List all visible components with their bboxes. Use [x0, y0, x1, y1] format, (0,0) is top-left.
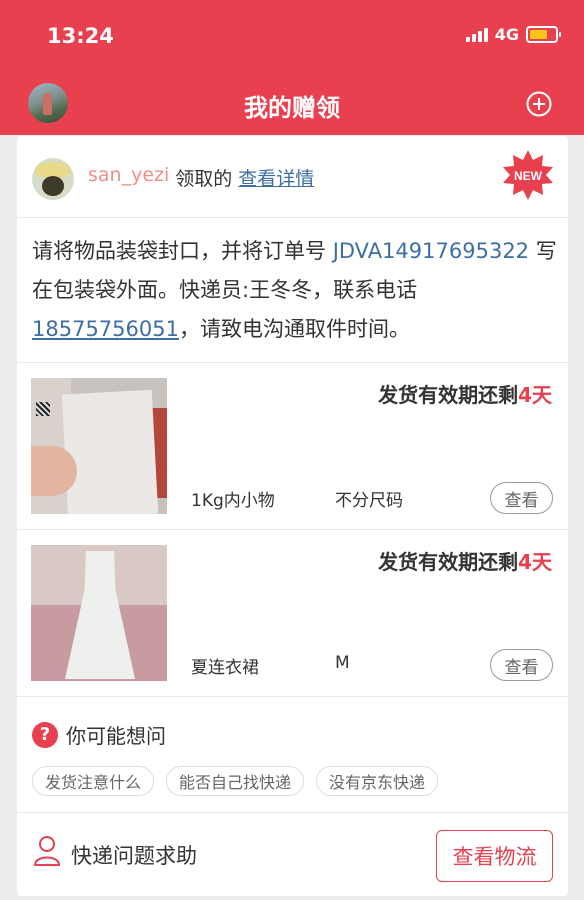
- signal-icon: [465, 27, 488, 42]
- help-row: 快递问题求助 查看物流: [17, 812, 568, 896]
- item-size: M: [335, 653, 350, 673]
- item-row: 发货有效期还剩4天 1Kg内小物 不分尺码 查看: [17, 363, 568, 529]
- faq-tag[interactable]: 没有京东快递: [316, 766, 439, 796]
- username[interactable]: san_yezi: [88, 164, 169, 191]
- view-details-link[interactable]: 查看详情: [238, 164, 314, 191]
- validity-text: 发货有效期还剩4天: [378, 379, 552, 408]
- new-badge-text: NEW: [514, 169, 543, 183]
- status-time: 13:24: [47, 24, 114, 48]
- faq-tag[interactable]: 能否自己找快递: [166, 766, 305, 796]
- status-icons: 4G: [465, 25, 561, 44]
- validity-days: 4天: [518, 383, 552, 407]
- network-type: 4G: [494, 25, 519, 44]
- view-logistics-button[interactable]: 查看物流: [436, 830, 553, 882]
- courier-help-label[interactable]: 快递问题求助: [71, 840, 197, 870]
- instructions-part3: ，请致电沟通取件时间。: [178, 317, 410, 341]
- view-item-button[interactable]: 查看: [490, 482, 553, 514]
- validity-prefix: 发货有效期还剩: [378, 550, 519, 574]
- claim-user-line: san_yezi 领取的 查看详情: [88, 164, 314, 191]
- order-number: JDVA14917695322: [332, 239, 530, 263]
- page-title: 我的赠领: [244, 94, 340, 122]
- claimed-label: 领取的: [175, 168, 233, 190]
- validity-days: 4天: [518, 550, 552, 574]
- question-icon: ?: [32, 721, 58, 748]
- faq-title: 你可能想问: [66, 724, 166, 748]
- item-row: 发货有效期还剩4天 夏连衣裙 M 查看: [17, 530, 568, 696]
- item-name: 1Kg内小物: [191, 491, 275, 511]
- view-item-button[interactable]: 查看: [490, 649, 553, 681]
- validity-prefix: 发货有效期还剩: [378, 383, 519, 407]
- plus-circle-icon[interactable]: [526, 91, 552, 117]
- claim-card: san_yezi 领取的 查看详情 NEW 请将物品装袋封口，并将订单号 JDV…: [17, 136, 568, 896]
- new-badge-icon: NEW: [503, 150, 553, 200]
- faq-tags: 发货注意什么 能否自己找快递 没有京东快递: [32, 766, 439, 796]
- courier-phone-link[interactable]: 18575756051: [32, 317, 179, 341]
- claim-user-row: san_yezi 领取的 查看详情 NEW: [17, 136, 568, 218]
- divider: [17, 696, 568, 697]
- faq-header: ? 你可能想问: [32, 720, 166, 749]
- app-header: 13:24 4G 我的赠领: [0, 0, 584, 135]
- battery-icon: [526, 26, 561, 43]
- user-icon: [33, 836, 61, 866]
- item-name: 夏连衣裙: [191, 658, 259, 678]
- user-avatar[interactable]: [32, 158, 74, 200]
- instructions-part1: 请将物品装袋封口，并将订单号: [32, 239, 333, 263]
- faq-tag[interactable]: 发货注意什么: [32, 766, 155, 796]
- item-photo[interactable]: [31, 545, 167, 681]
- shipping-instructions: 请将物品装袋封口，并将订单号 JDVA14917695322 写在包装袋外面。快…: [32, 232, 557, 349]
- item-photo[interactable]: [31, 378, 167, 514]
- validity-text: 发货有效期还剩4天: [378, 546, 552, 575]
- item-size: 不分尺码: [335, 491, 403, 511]
